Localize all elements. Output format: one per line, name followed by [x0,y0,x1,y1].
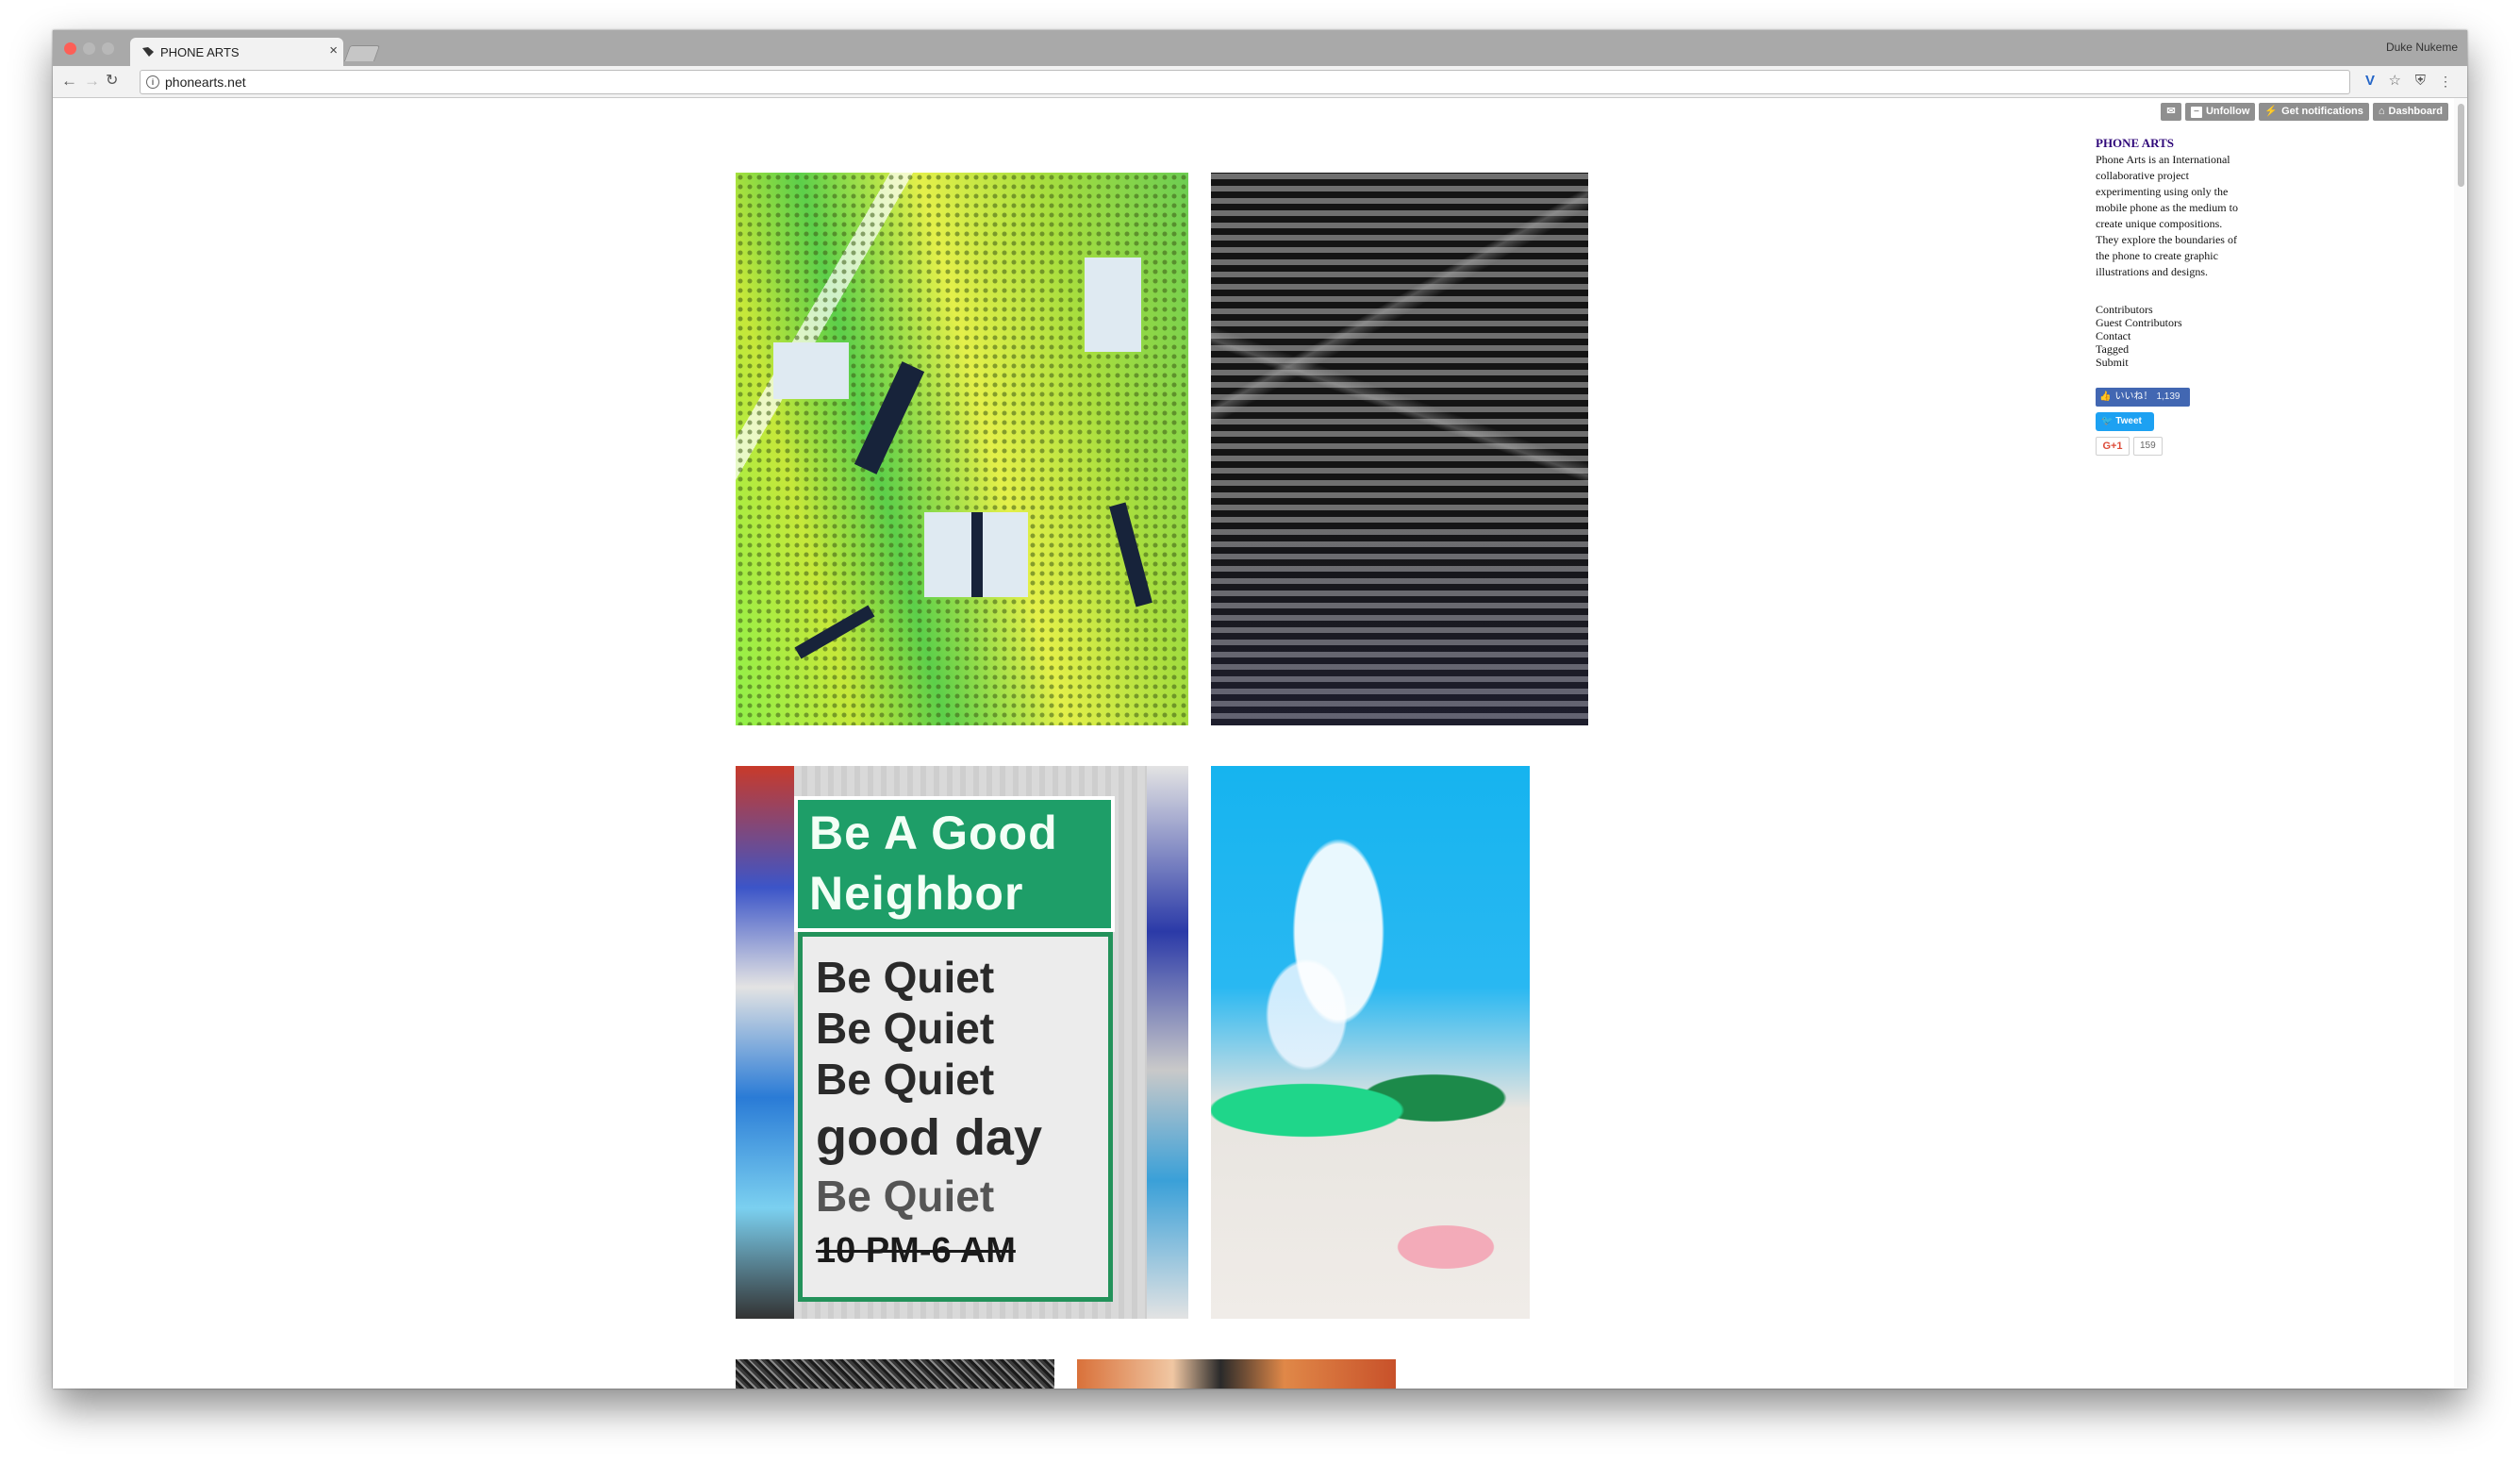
maximize-window-button[interactable] [102,42,114,55]
forward-icon[interactable]: → [84,72,100,91]
twitter-bird-icon: 🐦 [2101,416,2114,426]
browser-toolbar: ← → ↻ i phonearts.net V ☆ ⛨ ⋮ [53,66,2467,98]
sign-line-2: Neighbor [809,867,1024,920]
tumblr-controls: ✉ − Unfollow ⚡ Get notifications ⌂ Dashb… [2160,103,2448,121]
artwork-pink-strokes [1362,1209,1530,1285]
artwork-detail [1109,502,1152,607]
sign-white-panel: Be Quiet Be Quiet Be Quiet good day Be Q… [798,932,1113,1302]
artwork-glitch-left [736,766,794,1319]
message-button[interactable]: ✉ [2160,103,2181,121]
tab-title: PHONE ARTS [160,45,240,59]
scrollbar-thumb[interactable] [2458,104,2464,187]
tweet-label: Tweet [2115,416,2142,426]
artwork-orange-sketch[interactable] [1077,1359,1396,1389]
google-plus-button[interactable]: G+1 [2096,437,2130,456]
get-notifications-button[interactable]: ⚡ Get notifications [2259,103,2369,121]
blog-title[interactable]: PHONE ARTS [2096,136,2246,151]
sign-text-3: Be Quiet [816,1055,995,1104]
dashboard-button[interactable]: ⌂ Dashboard [2372,103,2448,121]
extension-v-icon[interactable]: V [2365,73,2375,90]
artwork-dark-texture[interactable] [736,1359,1054,1389]
sign-green-panel: Be A Good Neighbor [794,796,1115,932]
site-info-icon[interactable]: i [146,75,159,89]
close-window-button[interactable] [64,42,76,55]
browser-window: PHONE ARTS × Duke Nukeme ← → ↻ i phonear… [53,30,2467,1389]
fb-like-label: いいね！ [2114,391,2153,402]
sign-line-1: Be A Good [809,807,1058,859]
link-contact[interactable]: Contact [2096,329,2246,342]
artwork-blue-brush-strokes[interactable] [1211,766,1530,1319]
tab-close-icon[interactable]: × [329,43,338,58]
artwork-grey-stripes[interactable] [1211,173,1588,725]
tweet-button[interactable]: 🐦 Tweet [2096,412,2154,431]
artwork-detail [1085,258,1141,352]
google-plus-row: G+1 159 [2096,437,2246,456]
link-contributors[interactable]: Contributors [2096,303,2246,316]
social-buttons: 👍 いいね！ 1,139 🐦 Tweet G+1 159 [2096,388,2246,456]
phone-arts-favicon-icon [142,47,154,57]
address-bar[interactable]: i phonearts.net [140,70,2350,94]
bookmark-star-icon[interactable]: ☆ [2389,73,2401,90]
minus-icon: − [2190,106,2202,118]
home-icon: ⌂ [2378,106,2385,117]
sign-text-1: Be Quiet [816,953,995,1002]
artwork-detail [971,512,983,597]
artwork-green-strokes [1211,1049,1530,1172]
google-plus-count: 159 [2133,437,2163,456]
sign-text-4: good day [816,1109,1042,1166]
unfollow-label: Unfollow [2205,106,2250,117]
sign-hours: 10 PM-6 AM [816,1231,1016,1271]
artwork-green-mesh[interactable] [736,173,1188,725]
link-tagged[interactable]: Tagged [2096,342,2246,356]
mail-icon: ✉ [2166,106,2176,117]
page-scrollbar[interactable] [2454,98,2467,1389]
link-submit[interactable]: Submit [2096,356,2246,369]
blog-description: Phone Arts is an International collabora… [2096,153,2238,278]
artwork-detail [854,361,925,474]
extension-shield-icon[interactable]: ⛨ [2415,73,2426,90]
sign-text-5: Be Quiet [816,1172,995,1221]
artwork-glitch-right [1147,766,1188,1319]
profile-name[interactable]: Duke Nukeme [2386,41,2458,54]
tab-phone-arts[interactable]: PHONE ARTS × [130,38,343,66]
page-viewport: ✉ − Unfollow ⚡ Get notifications ⌂ Dashb… [53,98,2467,1389]
sign-text-2: Be Quiet [816,1004,995,1053]
artwork-be-a-good-neighbor-sign[interactable]: Be A Good Neighbor Be Quiet Be Quiet Be … [736,766,1188,1319]
facebook-like-button[interactable]: 👍 いいね！ 1,139 [2096,388,2190,407]
minimize-window-button[interactable] [83,42,95,55]
notifications-label: Get notifications [2281,106,2363,117]
dashboard-label: Dashboard [2388,106,2443,117]
tab-strip: PHONE ARTS × Duke Nukeme [53,30,2467,66]
link-guest-contributors[interactable]: Guest Contributors [2096,316,2246,329]
back-icon[interactable]: ← [61,72,77,91]
artwork-detail [794,605,875,659]
reload-icon[interactable]: ↻ [106,72,118,91]
artwork-detail [773,342,849,399]
browser-menu-icon[interactable]: ⋮ [2439,73,2452,90]
thumbs-up-icon: 👍 [2099,391,2112,402]
fb-like-count: 1,139 [2156,391,2180,402]
sidebar-links: Contributors Guest Contributors Contact … [2096,303,2246,369]
lightning-icon: ⚡ [2264,106,2279,117]
url-text[interactable]: phonearts.net [165,75,246,90]
unfollow-button[interactable]: − Unfollow [2184,103,2256,121]
blog-sidebar: PHONE ARTS Phone Arts is an Internationa… [2096,136,2246,456]
new-tab-button[interactable] [343,45,381,61]
artwork-overlay [1211,173,1588,725]
